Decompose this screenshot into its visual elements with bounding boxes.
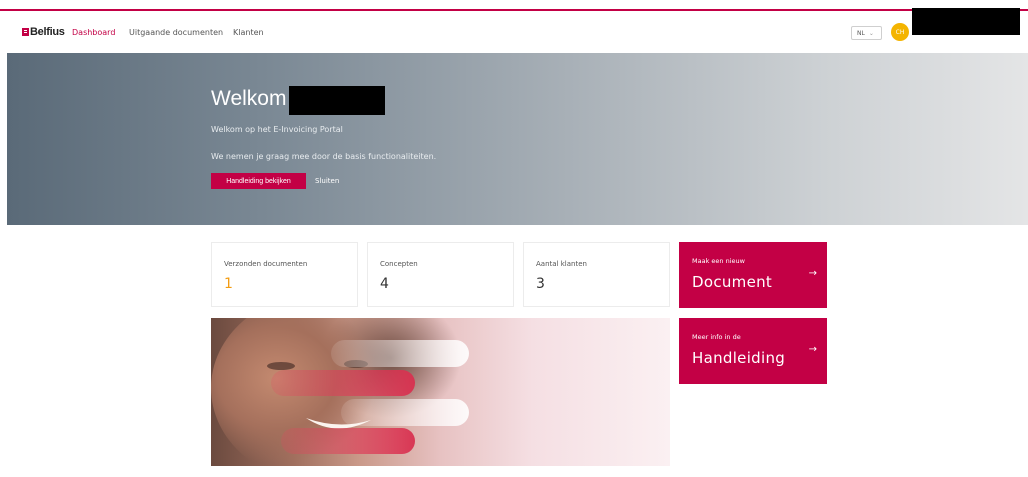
nav-link-dashboard[interactable]: Dashboard bbox=[72, 28, 115, 37]
hero-subtitle: Welkom op het E-Invoicing Portal bbox=[211, 125, 343, 134]
stat-value: 3 bbox=[536, 276, 545, 292]
stat-label: Aantal klanten bbox=[536, 260, 587, 268]
hero-title: Welkom bbox=[211, 87, 287, 110]
nav-link-klanten[interactable]: Klanten bbox=[233, 28, 264, 37]
new-document-button[interactable]: Maak een nieuw Document → bbox=[679, 242, 827, 308]
user-avatar[interactable]: CH bbox=[891, 23, 909, 41]
arrow-right-icon: → bbox=[808, 344, 817, 355]
nav-link-uitgaande-documenten[interactable]: Uitgaande documenten bbox=[129, 28, 223, 37]
stat-label: Concepten bbox=[380, 260, 418, 268]
belfius-logo-icon bbox=[22, 28, 29, 36]
cta-caption: Maak een nieuw bbox=[692, 257, 745, 265]
stat-card-sent-documents[interactable]: Verzonden documenten 1 bbox=[211, 242, 358, 307]
promo-banner-image bbox=[211, 318, 670, 466]
cta-title: Handleiding bbox=[692, 349, 786, 367]
user-name-redacted[interactable] bbox=[912, 8, 1020, 35]
stat-card-customers[interactable]: Aantal klanten 3 bbox=[523, 242, 670, 307]
view-guide-button[interactable]: Handleiding bekijken bbox=[211, 173, 306, 189]
cta-caption: Meer info in de bbox=[692, 333, 741, 341]
welcome-hero: Welkom Welkom op het E-Invoicing Portal … bbox=[7, 53, 1028, 225]
belfius-logo[interactable]: Belfius bbox=[22, 26, 65, 38]
stat-card-drafts[interactable]: Concepten 4 bbox=[367, 242, 514, 307]
hero-description: We nemen je graag mee door de basis func… bbox=[211, 152, 437, 161]
close-button[interactable]: Sluiten bbox=[315, 177, 339, 185]
cta-title: Document bbox=[692, 273, 773, 291]
arrow-right-icon: → bbox=[808, 268, 817, 279]
language-value: NL bbox=[857, 29, 865, 37]
banner-illustration bbox=[211, 318, 469, 466]
language-select[interactable]: NL ⌄ bbox=[851, 26, 882, 40]
hero-user-name-redacted bbox=[289, 86, 385, 115]
chevron-down-icon: ⌄ bbox=[868, 29, 874, 37]
stat-label: Verzonden documenten bbox=[224, 260, 308, 268]
open-guide-button[interactable]: Meer info in de Handleiding → bbox=[679, 318, 827, 384]
top-navigation: Belfius Dashboard Uitgaande documenten K… bbox=[0, 11, 1028, 53]
stat-value: 1 bbox=[224, 276, 233, 292]
logo-text: Belfius bbox=[30, 26, 65, 38]
stat-value: 4 bbox=[380, 276, 389, 292]
